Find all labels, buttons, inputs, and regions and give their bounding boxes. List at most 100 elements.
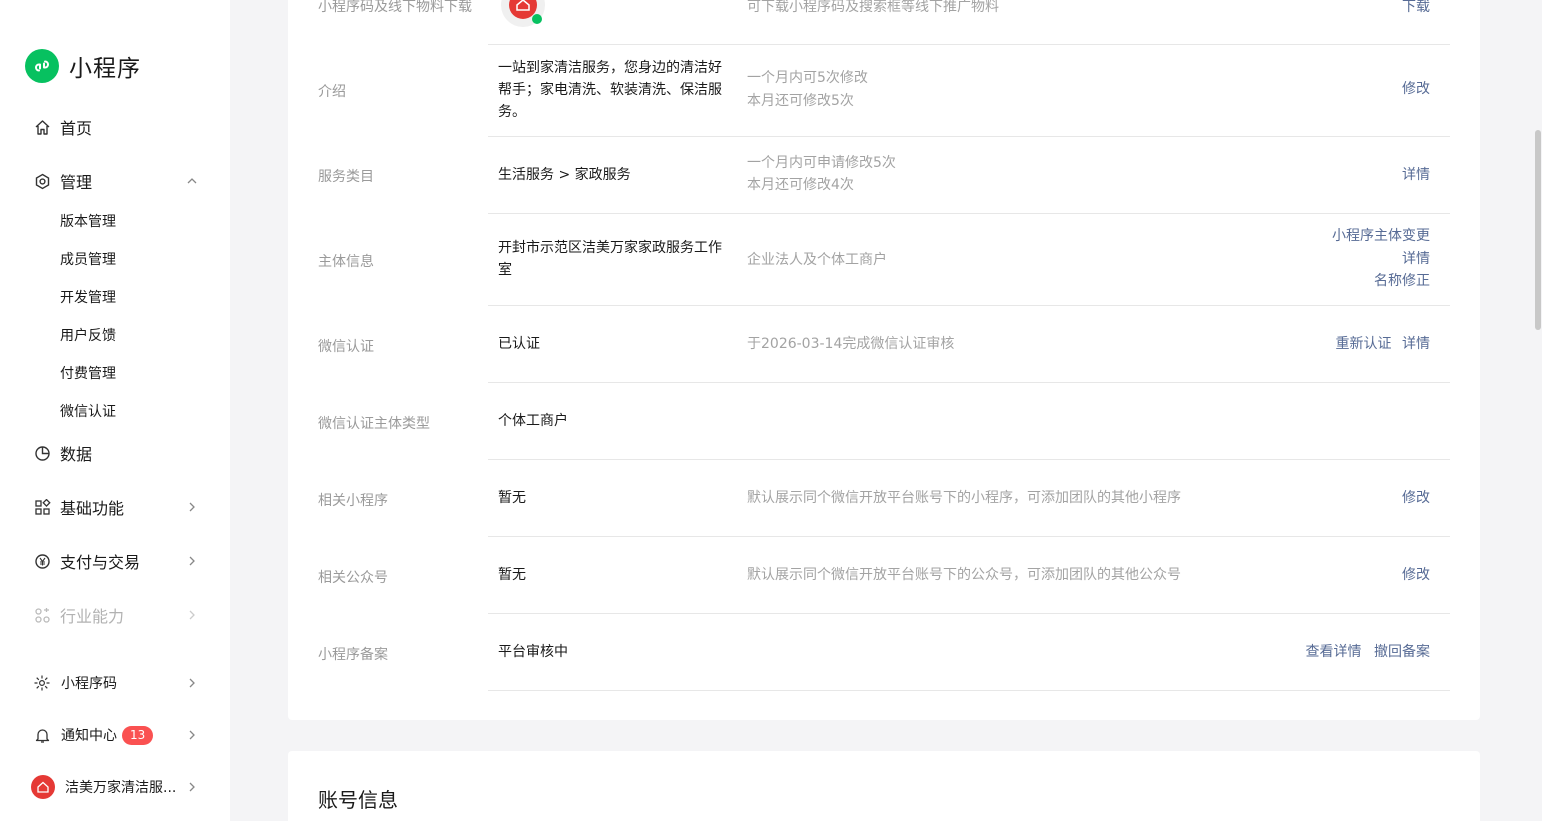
row-label: 相关公众号 (318, 570, 388, 586)
pie-chart-icon (33, 444, 51, 462)
nav-notify[interactable]: 通知中心 13 (33, 721, 203, 749)
nav-qrcode-label: 小程序码 (61, 676, 117, 692)
nav-sub-verify[interactable]: 微信认证 (60, 402, 116, 422)
name-correction-link[interactable]: 名称修正 (1374, 273, 1430, 289)
reverify-link[interactable]: 重新认证 (1336, 336, 1392, 352)
nav-home[interactable]: 首页 (33, 113, 203, 141)
nav-sub-payment[interactable]: 付费管理 (60, 364, 116, 384)
edit-related-mp-link[interactable]: 修改 (1402, 490, 1430, 506)
row-actions: 修改 (1402, 564, 1430, 587)
row-actions: 重新认证 详情 (1336, 333, 1430, 356)
row-actions: 详情 (1402, 164, 1430, 187)
nav-basic[interactable]: 基础功能 (33, 493, 203, 521)
row-qrcode: 小程序码及线下物料下载 可下载小程序码及搜索框等线下推广物料 下载 (288, 0, 1480, 45)
row-category: 服务类目 生活服务 > 家政服务 一个月内可申请修改5次 本月还可修改4次 详情 (288, 137, 1480, 214)
nav-manage[interactable]: 管理 (33, 167, 203, 195)
divider (488, 690, 1450, 691)
row-desc-2: 本月还可修改4次 (747, 177, 854, 193)
related-oa-value: 暂无 (498, 567, 526, 583)
download-link[interactable]: 下载 (1402, 0, 1430, 15)
industry-icon (33, 606, 51, 624)
subject-detail-link[interactable]: 详情 (1402, 251, 1430, 267)
row-desc-1: 一个月内可5次修改 (747, 70, 868, 86)
withdraw-filing-link[interactable]: 撤回备案 (1374, 644, 1430, 660)
intro-value: 一站到家清洁服务，您身边的清洁好帮手；家电清洗、软装清洗、保洁服务。 (498, 60, 722, 120)
row-desc-2: 本月还可修改5次 (747, 93, 854, 109)
row-related-oa: 相关公众号 暂无 默认展示同个微信开放平台账号下的公众号，可添加团队的其他公众号… (288, 537, 1480, 614)
subject-value: 开封市示范区洁美万家家政服务工作室 (498, 240, 722, 278)
row-label: 微信认证主体类型 (318, 416, 430, 432)
basic-info-card: 小程序码及线下物料下载 可下载小程序码及搜索框等线下推广物料 下载 介绍 一站到… (288, 0, 1480, 720)
chevron-right-icon (184, 675, 200, 691)
nav-sub-dev[interactable]: 开发管理 (60, 288, 116, 308)
nav-data[interactable]: 数据 (33, 439, 203, 467)
verify-detail-link[interactable]: 详情 (1402, 336, 1430, 352)
nav-sub-version[interactable]: 版本管理 (60, 212, 116, 232)
row-label: 微信认证 (318, 339, 374, 355)
chevron-right-icon (184, 553, 200, 569)
home-icon (33, 118, 51, 136)
row-desc: 于2026-03-14完成微信认证审核 (747, 336, 955, 352)
nav-data-label: 数据 (60, 445, 93, 464)
row-label: 小程序备案 (318, 647, 388, 663)
nav-industry[interactable]: 行业能力 (33, 601, 203, 629)
row-verify-type: 微信认证主体类型 个体工商户 (288, 383, 1480, 460)
grid-icon (33, 498, 51, 516)
chevron-right-icon (184, 499, 200, 515)
row-desc: 可下载小程序码及搜索框等线下推广物料 (747, 0, 999, 15)
row-actions: 修改 (1402, 78, 1430, 101)
chevron-right-icon (184, 727, 200, 743)
chevron-right-icon (184, 779, 200, 795)
sunburst-icon (33, 674, 51, 692)
row-verify: 微信认证 已认证 于2026-03-14完成微信认证审核 重新认证 详情 (288, 306, 1480, 383)
account-switcher[interactable]: 洁美万家清洁服... (31, 773, 203, 801)
chevron-right-icon (184, 607, 200, 623)
row-label: 介绍 (318, 84, 346, 100)
row-desc: 企业法人及个体工商户 (747, 252, 887, 268)
row-actions: 查看详情 撤回备案 (1306, 641, 1430, 664)
miniprogram-logo-icon (25, 49, 59, 83)
scrollbar-thumb[interactable] (1535, 130, 1541, 330)
nav-manage-label: 管理 (60, 173, 93, 192)
row-related-mp: 相关小程序 暂无 默认展示同个微信开放平台账号下的小程序，可添加团队的其他小程序… (288, 460, 1480, 537)
app-logo[interactable]: 小程序 (25, 49, 141, 83)
nav-pay-label: 支付与交易 (60, 553, 141, 572)
yuan-icon (33, 552, 51, 570)
row-desc-1: 一个月内可申请修改5次 (747, 155, 896, 171)
row-actions: 小程序主体变更 详情 名称修正 (1332, 225, 1430, 293)
row-filing: 小程序备案 平台审核中 查看详情 撤回备案 (288, 614, 1480, 691)
row-label: 主体信息 (318, 254, 374, 270)
verify-value: 已认证 (498, 336, 540, 352)
nav-notify-label: 通知中心 (61, 728, 117, 744)
row-actions: 下载 (1402, 0, 1430, 19)
account-name: 洁美万家清洁服... (65, 780, 177, 796)
section-title: 账号信息 (318, 788, 398, 812)
nav-home-label: 首页 (60, 119, 93, 138)
row-label: 相关小程序 (318, 493, 388, 509)
related-mp-value: 暂无 (498, 490, 526, 506)
subject-change-link[interactable]: 小程序主体变更 (1332, 228, 1430, 244)
row-subject: 主体信息 开封市示范区洁美万家家政服务工作室 企业法人及个体工商户 小程序主体变… (288, 214, 1480, 306)
category-detail-link[interactable]: 详情 (1402, 167, 1430, 183)
row-desc: 默认展示同个微信开放平台账号下的公众号，可添加团队的其他公众号 (747, 567, 1181, 583)
nav-qrcode[interactable]: 小程序码 (33, 669, 203, 697)
qrcode-image (498, 0, 548, 30)
row-label: 小程序码及线下物料下载 (318, 0, 472, 15)
bell-icon (33, 726, 51, 744)
edit-related-oa-link[interactable]: 修改 (1402, 567, 1430, 583)
app-title: 小程序 (69, 56, 141, 82)
nav-sub-members[interactable]: 成员管理 (60, 250, 116, 270)
notify-count-badge: 13 (122, 725, 154, 745)
scrollbar[interactable] (1534, 0, 1542, 821)
account-info-card: 账号信息 (288, 751, 1480, 821)
nav-sub-feedback[interactable]: 用户反馈 (60, 326, 116, 346)
filing-detail-link[interactable]: 查看详情 (1306, 644, 1362, 660)
settings-icon (33, 172, 51, 190)
category-value: 生活服务 > 家政服务 (498, 167, 631, 183)
nav-industry-label: 行业能力 (60, 607, 125, 626)
nav-basic-label: 基础功能 (60, 499, 125, 518)
edit-intro-link[interactable]: 修改 (1402, 81, 1430, 97)
filing-value: 平台审核中 (498, 644, 568, 660)
row-actions: 修改 (1402, 487, 1430, 510)
nav-pay[interactable]: 支付与交易 (33, 547, 203, 575)
